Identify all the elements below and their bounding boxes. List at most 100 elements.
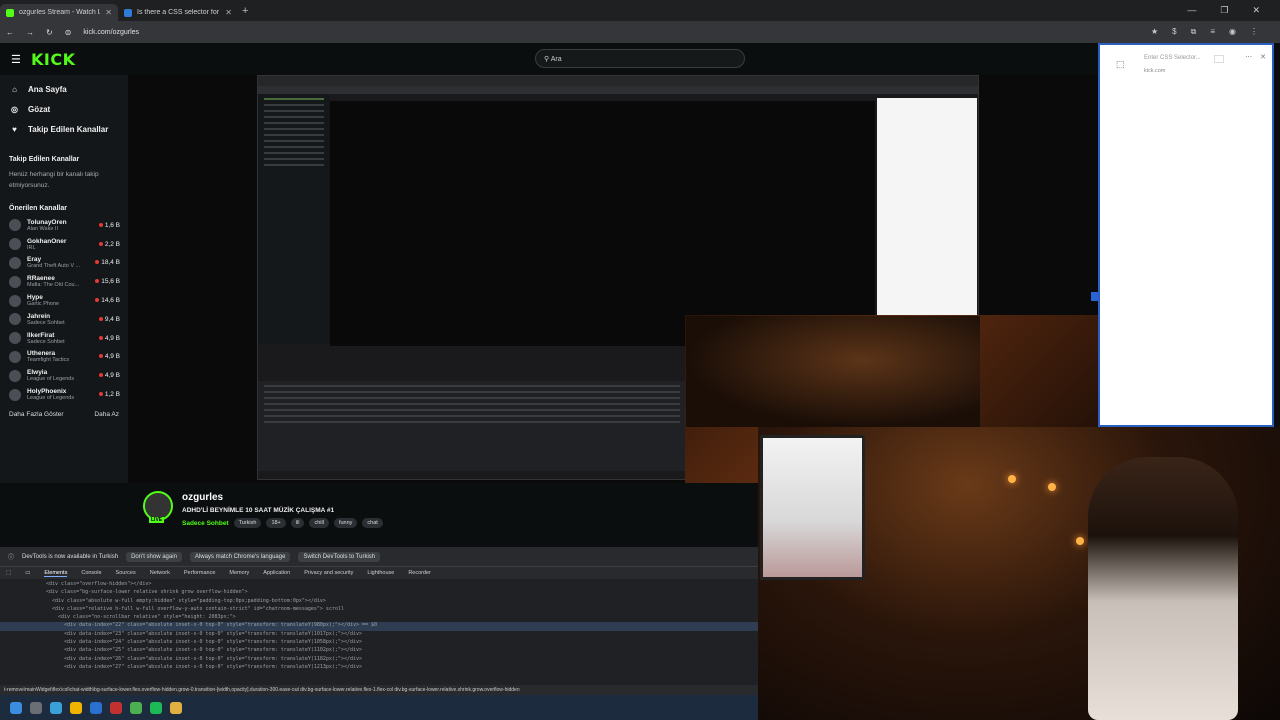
dom-node-line[interactable]: <div data-index="26" class="absolute ins… — [0, 656, 758, 664]
inspect-element-icon[interactable]: ⬚ — [6, 570, 11, 576]
devtools-breadcrumb[interactable]: t-remove\mainWidget\flex\col\chat-width\… — [0, 685, 758, 695]
live-dot-icon — [95, 279, 100, 284]
obs-icon[interactable] — [110, 701, 122, 714]
dom-node-line[interactable]: <div class="absolute w-full empty:hidden… — [0, 598, 758, 606]
windows-start-icon[interactable] — [10, 701, 22, 714]
channel-item[interactable]: llkerFirat Sadece Sohbet 4,9 B — [0, 329, 128, 348]
close-window-icon[interactable]: ✕ — [1252, 5, 1260, 16]
channel-item[interactable]: GokhanOner IRL 2,2 B — [0, 235, 128, 254]
back-icon[interactable]: ← — [6, 28, 14, 37]
channel-item[interactable]: Uthenera Teamfight Tactics 4,9 B — [0, 348, 128, 367]
profile-avatar-icon[interactable]: ◉ — [1229, 27, 1236, 37]
dom-node-line[interactable]: <div class="relative h-full w-full overf… — [0, 606, 758, 614]
nav-home[interactable]: ⌂ Ana Sayfa — [0, 79, 128, 99]
menu-dots-icon[interactable]: ⋮ — [1250, 27, 1258, 37]
site-favicon-icon — [124, 8, 132, 17]
dom-node-line[interactable]: <div data-index="27" class="absolute ins… — [0, 664, 758, 672]
tag[interactable]: 18+ — [266, 518, 286, 528]
switch-devtools-turkish-button[interactable]: Switch DevTools to Turkish — [298, 551, 381, 562]
tag[interactable]: Turkish — [233, 518, 262, 528]
dom-node-line-selected[interactable]: <div data-index="22" class="absolute ins… — [0, 622, 758, 631]
channel-item[interactable]: HolyPhoenix League of Legends 1,2 B — [0, 385, 128, 404]
tab-console[interactable]: Console — [81, 570, 101, 576]
tab-search-icon[interactable]: ≡ — [1210, 27, 1215, 37]
tab-lighthouse[interactable]: Lighthouse — [367, 570, 394, 576]
extension-icon[interactable]: $ — [1172, 27, 1176, 37]
channel-item[interactable]: Elwyia League of Legends 4,9 B — [0, 366, 128, 385]
stream-category[interactable]: Sadece Sohbet — [182, 520, 229, 527]
spotify-icon[interactable] — [150, 701, 162, 714]
file-explorer-icon[interactable] — [70, 701, 82, 714]
kick-logo[interactable]: KICK — [31, 50, 76, 69]
panel-scroll-handle[interactable] — [1091, 292, 1098, 301]
dom-node-line[interactable]: <div class="no-scrollbar relative" style… — [0, 614, 758, 622]
bookmark-star-icon[interactable]: ★ — [1151, 27, 1158, 37]
tab-memory[interactable]: Memory — [229, 570, 249, 576]
tag[interactable]: lil — [290, 518, 305, 528]
tab-title: Is there a CSS selector for elem — [137, 9, 220, 16]
new-tab-icon[interactable]: + — [242, 5, 248, 17]
search-input[interactable]: ⚲ Ara — [535, 49, 745, 68]
url-field[interactable]: kick.com/ozgurles — [83, 29, 139, 36]
channel-item[interactable]: Hype Gartic Phone 14,6 B — [0, 291, 128, 310]
tab-privacy-security[interactable]: Privacy and security — [304, 570, 353, 576]
dropdown-icon[interactable] — [1214, 55, 1224, 63]
dont-show-again-button[interactable]: Don't show again — [126, 551, 182, 562]
channel-item[interactable]: TolunayOren Alan Wake II 1,6 B — [0, 216, 128, 235]
nav-browse[interactable]: ◎ Gözat — [0, 99, 128, 119]
device-toolbar-icon[interactable]: ▭ — [25, 570, 30, 576]
hamburger-menu-icon[interactable]: ☰ — [11, 53, 21, 66]
channel-item[interactable]: Eray Grand Theft Auto V ... 18,4 B — [0, 254, 128, 273]
pin-icon[interactable]: ⋯ — [1245, 53, 1252, 61]
element-picker-icon[interactable]: ⬚ — [1116, 59, 1129, 72]
dom-node-line[interactable]: <div data-index="25" class="absolute ins… — [0, 647, 758, 655]
tab-kick-stream[interactable]: ozgurles Stream - Watch Live o ✕ — [0, 4, 118, 21]
tab-elements[interactable]: Elements — [44, 570, 68, 577]
close-panel-icon[interactable]: ✕ — [1260, 53, 1266, 61]
dom-node-line[interactable]: <div class="bg-surface-lower relative sh… — [0, 589, 758, 597]
tag[interactable]: funny — [333, 518, 358, 528]
avatar — [9, 350, 21, 363]
tab-sources[interactable]: Sources — [116, 570, 136, 576]
browse-icon: ◎ — [11, 104, 18, 114]
nav-following[interactable]: ♥ Takip Edilen Kanallar — [0, 119, 128, 139]
tab-recorder[interactable]: Recorder — [408, 570, 431, 576]
site-info-icon[interactable]: ⊜ — [65, 28, 72, 37]
streamer-name[interactable]: ozgurles — [182, 492, 223, 503]
captured-video — [330, 101, 875, 346]
viewer-count: 9,4 B — [104, 315, 120, 323]
avatar — [9, 332, 21, 345]
css-selector-input[interactable]: Enter CSS Selector... — [1144, 55, 1201, 61]
close-tab-icon[interactable]: ✕ — [105, 8, 112, 17]
channel-name: Elwyia — [27, 369, 48, 377]
live-dot-icon — [98, 354, 103, 359]
channel-category: Teamfight Tactics — [27, 357, 70, 364]
tab-css-selector[interactable]: Is there a CSS selector for elem ✕ — [118, 4, 238, 21]
channel-item[interactable]: RRaenee Mafia: The Old Cou... 15,6 B — [0, 272, 128, 291]
tab-application[interactable]: Application — [263, 570, 290, 576]
extensions-puzzle-icon[interactable]: ⧉ — [1191, 27, 1197, 37]
dom-node-line[interactable]: <div data-index="24" class="absolute ins… — [0, 639, 758, 647]
search-taskbar-icon[interactable] — [30, 701, 42, 714]
reload-icon[interactable]: ↻ — [46, 28, 53, 37]
avatar — [9, 313, 21, 326]
tab-network[interactable]: Network — [150, 570, 170, 576]
minimize-icon[interactable]: — — [1187, 5, 1196, 16]
forward-icon[interactable]: → — [26, 28, 34, 37]
close-tab-icon[interactable]: ✕ — [225, 8, 232, 17]
dom-node-line[interactable]: <div class="overflow-hidden"></div> — [0, 581, 758, 589]
chrome-icon[interactable] — [130, 701, 142, 714]
maximize-icon[interactable]: ❐ — [1220, 5, 1228, 16]
always-match-language-button[interactable]: Always match Chrome's language — [189, 551, 291, 562]
tag[interactable]: chat — [362, 518, 383, 528]
show-less-button[interactable]: Daha Az — [94, 411, 119, 418]
tag[interactable]: chill — [309, 518, 329, 528]
show-more-button[interactable]: Daha Fazla Göster — [9, 411, 64, 418]
channel-item[interactable]: Jahrein Sadece Sohbet 9,4 B — [0, 310, 128, 329]
app-icon[interactable] — [170, 701, 182, 714]
tab-performance[interactable]: Performance — [184, 570, 216, 576]
edge-icon[interactable] — [50, 701, 62, 714]
devtools-elements-tree: <div class="overflow-hidden"></div> <div… — [0, 579, 758, 685]
store-icon[interactable] — [90, 701, 102, 714]
dom-node-line[interactable]: <div data-index="23" class="absolute ins… — [0, 631, 758, 639]
